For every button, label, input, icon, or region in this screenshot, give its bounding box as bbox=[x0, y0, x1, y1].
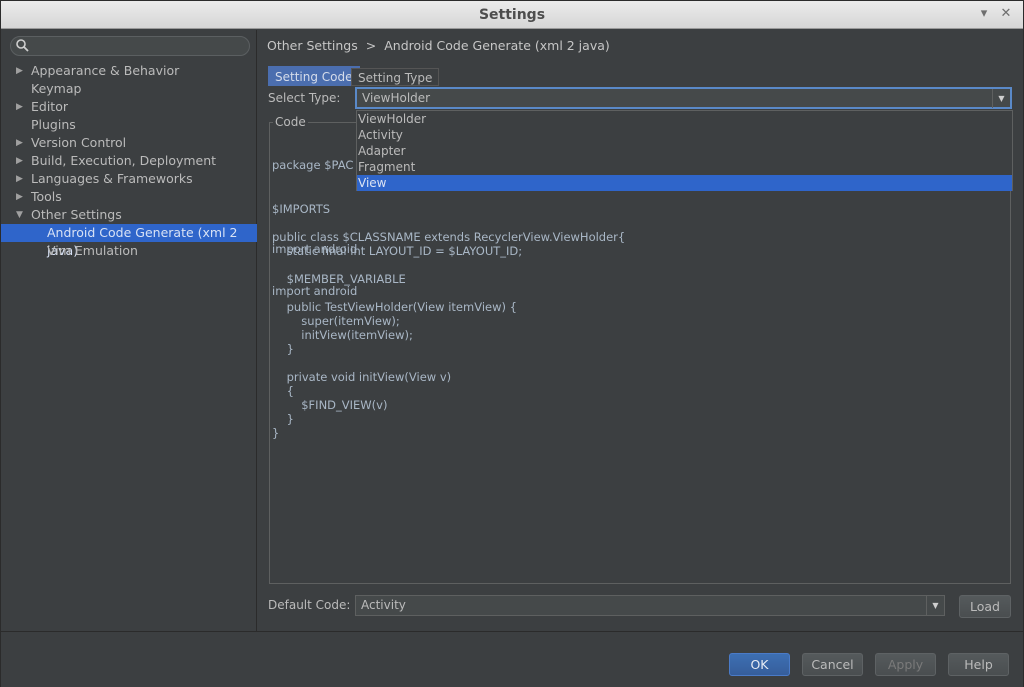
sidebar-item-other-settings[interactable]: ▼ Other Settings bbox=[1, 206, 257, 224]
sidebar-item-appearance[interactable]: ▶ Appearance & Behavior bbox=[1, 62, 257, 80]
sidebar-item-editor[interactable]: ▶ Editor bbox=[1, 98, 257, 116]
search-icon bbox=[16, 39, 29, 52]
sidebar-item-build[interactable]: ▶ Build, Execution, Deployment bbox=[1, 152, 257, 170]
sidebar-item-vim-emulation[interactable]: Vim Emulation bbox=[1, 242, 257, 260]
collapse-arrow-icon[interactable]: ▼ bbox=[16, 206, 23, 224]
expand-arrow-icon[interactable]: ▶ bbox=[16, 62, 23, 80]
code-editor[interactable]: $IMPORTS public class $CLASSNAME extends… bbox=[272, 202, 1008, 582]
dropdown-option[interactable]: ViewHolder bbox=[357, 111, 1012, 127]
sidebar-item-android-code-generate[interactable]: Android Code Generate (xml 2 java) bbox=[1, 224, 257, 258]
chevron-down-icon[interactable]: ▼ bbox=[992, 89, 1010, 108]
breadcrumb-current: Android Code Generate (xml 2 java) bbox=[384, 38, 610, 53]
dropdown-option-selected[interactable]: View bbox=[357, 175, 1012, 191]
expand-arrow-icon[interactable]: ▶ bbox=[16, 188, 23, 206]
ok-button[interactable]: OK bbox=[729, 653, 790, 676]
sidebar-item-label: Build, Execution, Deployment bbox=[31, 153, 217, 168]
sidebar-item-label: Plugins bbox=[31, 117, 76, 132]
dropdown-option[interactable]: Activity bbox=[357, 127, 1012, 143]
expand-arrow-icon[interactable]: ▶ bbox=[16, 152, 23, 170]
sidebar-item-label: Editor bbox=[31, 99, 68, 114]
sidebar-item-label: Version Control bbox=[31, 135, 127, 150]
breadcrumb-separator: > bbox=[365, 38, 377, 53]
load-button[interactable]: Load bbox=[959, 595, 1011, 618]
expand-arrow-icon[interactable]: ▶ bbox=[16, 98, 23, 116]
select-type-label: Select Type: bbox=[268, 91, 341, 105]
search-input[interactable] bbox=[10, 36, 250, 56]
cancel-button[interactable]: Cancel bbox=[802, 653, 863, 676]
sidebar-item-label: Appearance & Behavior bbox=[31, 63, 180, 78]
sidebar-item-keymap[interactable]: Keymap bbox=[1, 80, 257, 98]
dialog-footer: OK Cancel Apply Help bbox=[1, 631, 1023, 687]
select-type-value: ViewHolder bbox=[362, 91, 431, 105]
expand-arrow-icon[interactable]: ▶ bbox=[16, 134, 23, 152]
sidebar-item-tools[interactable]: ▶ Tools bbox=[1, 188, 257, 206]
tab-setting-type[interactable]: Setting Type bbox=[351, 68, 440, 86]
dropdown-option[interactable]: Fragment bbox=[357, 159, 1012, 175]
dropdown-option[interactable]: Adapter bbox=[357, 143, 1012, 159]
select-type-dropdown: ViewHolder Activity Adapter Fragment Vie… bbox=[356, 110, 1013, 191]
apply-button[interactable]: Apply bbox=[875, 653, 936, 676]
settings-window: Settings ▾ ✕ ▶ Appearance & Behavior Key… bbox=[0, 0, 1024, 687]
sidebar-item-version-control[interactable]: ▶ Version Control bbox=[1, 134, 257, 152]
help-button[interactable]: Help bbox=[948, 653, 1009, 676]
sidebar-item-label: Other Settings bbox=[31, 207, 122, 222]
code-legend: Code bbox=[273, 115, 308, 129]
settings-content: Other Settings > Android Code Generate (xm… bbox=[258, 30, 1023, 631]
default-code-combo[interactable]: Activity ▼ bbox=[355, 595, 945, 616]
tab-setting-code[interactable]: Setting Code bbox=[268, 66, 360, 86]
window-title: Settings bbox=[478, 7, 546, 23]
sidebar-item-label: Tools bbox=[31, 189, 62, 204]
breadcrumb-parent[interactable]: Other Settings bbox=[267, 38, 358, 53]
settings-sidebar: ▶ Appearance & Behavior Keymap ▶ Editor … bbox=[1, 30, 257, 631]
default-code-value: Activity bbox=[361, 598, 406, 612]
sidebar-item-label: Vim Emulation bbox=[47, 243, 138, 258]
default-code-label: Default Code: bbox=[268, 598, 351, 612]
sidebar-item-plugins[interactable]: Plugins bbox=[1, 116, 257, 134]
chevron-down-icon[interactable]: ▼ bbox=[926, 596, 944, 615]
select-type-combo[interactable]: ViewHolder ▼ bbox=[355, 87, 1012, 109]
title-bar: Settings ▾ ✕ bbox=[1, 1, 1023, 29]
sidebar-item-label: Keymap bbox=[31, 81, 82, 96]
minimize-icon[interactable]: ▾ bbox=[975, 5, 993, 23]
sidebar-item-languages[interactable]: ▶ Languages & Frameworks bbox=[1, 170, 257, 188]
sidebar-item-label: Languages & Frameworks bbox=[31, 171, 193, 186]
close-icon[interactable]: ✕ bbox=[997, 5, 1015, 23]
code-line: package $PAC bbox=[272, 158, 354, 172]
breadcrumb: Other Settings > Android Code Generate (xm… bbox=[267, 38, 610, 53]
expand-arrow-icon[interactable]: ▶ bbox=[16, 170, 23, 188]
